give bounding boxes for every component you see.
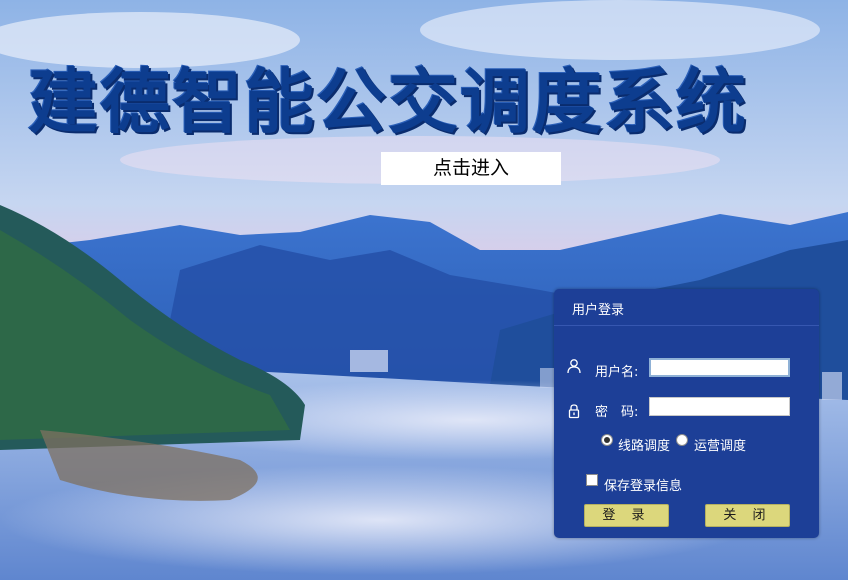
username-label: 用户名: bbox=[595, 365, 639, 380]
username-input[interactable] bbox=[649, 358, 790, 377]
route-dispatch-radio[interactable] bbox=[601, 434, 613, 446]
user-icon bbox=[567, 359, 581, 374]
route-dispatch-label[interactable]: 线路调度 bbox=[618, 435, 670, 454]
password-input[interactable] bbox=[649, 397, 790, 416]
login-panel-header: 用户登录 bbox=[554, 289, 819, 326]
close-button[interactable]: 关 闭 bbox=[705, 504, 790, 527]
operation-dispatch-radio[interactable] bbox=[676, 434, 688, 446]
password-label: 密 码: bbox=[595, 405, 639, 420]
login-panel: 用户登录 用户名: 密 码: 线路调度 运营调度 保存登录信息 登 录 关 闭 bbox=[554, 289, 819, 538]
operation-dispatch-label[interactable]: 运营调度 bbox=[694, 435, 746, 454]
page-title: 建德智能公交调度系统 bbox=[28, 61, 748, 143]
login-panel-title: 用户登录 bbox=[572, 303, 625, 318]
remember-label[interactable]: 保存登录信息 bbox=[604, 475, 682, 494]
lock-icon bbox=[568, 404, 580, 419]
enter-button[interactable]: 点击进入 bbox=[381, 152, 561, 185]
remember-checkbox[interactable] bbox=[586, 474, 598, 486]
login-button[interactable]: 登 录 bbox=[584, 504, 669, 527]
